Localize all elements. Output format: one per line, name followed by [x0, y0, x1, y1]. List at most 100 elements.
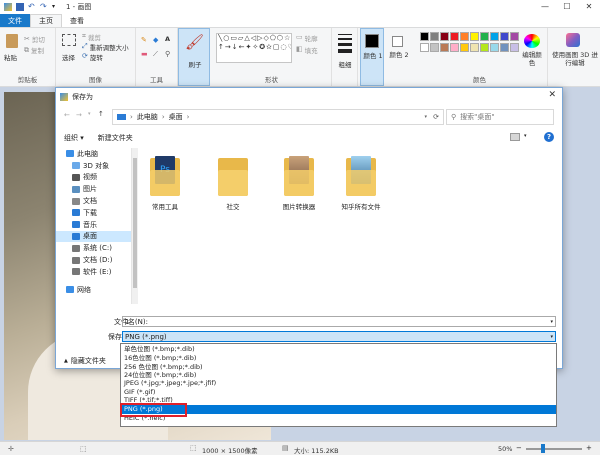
customize-quick-access-icon[interactable]: ▾: [52, 3, 60, 11]
address-dropdown-icon[interactable]: ▾: [424, 114, 427, 120]
palette-swatch[interactable]: [480, 43, 489, 52]
nav-item[interactable]: 桌面: [56, 230, 131, 243]
nav-item[interactable]: 下载: [56, 207, 131, 219]
view-dropdown-icon[interactable]: ▾: [524, 133, 527, 139]
forward-icon[interactable]: →: [76, 111, 82, 119]
nav-item[interactable]: 软件 (E:): [56, 266, 131, 278]
file-item[interactable]: 知乎所有文件: [336, 154, 386, 211]
fill-icon[interactable]: ◆: [153, 36, 158, 44]
up-icon[interactable]: ↑: [98, 110, 104, 118]
filename-dropdown-icon[interactable]: ▾: [550, 319, 553, 325]
dialog-close-button[interactable]: ✕: [548, 90, 556, 100]
breadcrumb-this-pc[interactable]: 此电脑: [137, 112, 158, 122]
edit-colors-icon[interactable]: [524, 34, 540, 48]
organize-button[interactable]: 组织 ▾: [64, 133, 84, 143]
text-icon[interactable]: A: [165, 35, 170, 43]
tab-view[interactable]: 查看: [62, 14, 92, 27]
save-icon[interactable]: [16, 2, 24, 11]
file-item[interactable]: Ps 常用工具: [140, 154, 190, 211]
maximize-button[interactable]: ☐: [556, 0, 578, 13]
filetype-option[interactable]: GIF (*.gif): [121, 387, 556, 396]
palette-swatch[interactable]: [420, 32, 429, 41]
nav-item[interactable]: 系统 (C:): [56, 242, 131, 254]
nav-item[interactable]: 视频: [56, 172, 131, 184]
filetype-option[interactable]: JPEG (*.jpg;*.jpeg;*.jpe;*.jfif): [121, 379, 556, 388]
palette-swatch[interactable]: [460, 32, 469, 41]
copy-button[interactable]: 复制: [31, 45, 44, 55]
palette-swatch[interactable]: [430, 32, 439, 41]
zoom-slider[interactable]: [526, 448, 582, 450]
zoom-slider-thumb[interactable]: [540, 444, 545, 453]
filetype-dropdown-icon[interactable]: ▾: [550, 334, 553, 340]
nav-item[interactable]: 文档 (D:): [56, 254, 131, 266]
zoom-out-button[interactable]: −: [516, 444, 522, 452]
palette-swatch[interactable]: [470, 43, 479, 52]
color1-button[interactable]: 颜色 1: [360, 28, 384, 86]
palette-swatch[interactable]: [450, 43, 459, 52]
palette-swatch[interactable]: [510, 32, 519, 41]
file-item[interactable]: 图片转换器: [274, 154, 324, 211]
paste-icon[interactable]: [6, 34, 18, 48]
palette-swatch[interactable]: [440, 32, 449, 41]
nav-item[interactable]: 3D 对象: [56, 160, 131, 172]
paste-button[interactable]: 粘贴: [4, 52, 17, 62]
palette-swatch[interactable]: [510, 43, 519, 52]
palette-swatch[interactable]: [470, 32, 479, 41]
file-item[interactable]: 社交: [208, 154, 258, 211]
paint3d-button[interactable]: 使用画图 3D 进行编辑: [552, 51, 598, 67]
select-icon[interactable]: [62, 34, 76, 46]
palette-swatch[interactable]: [480, 32, 489, 41]
crop-button[interactable]: 裁剪: [88, 32, 101, 42]
palette-swatch[interactable]: [420, 43, 429, 52]
edit-colors-button[interactable]: 编辑颜色: [520, 51, 544, 67]
color-picker-icon[interactable]: ⟋: [153, 50, 158, 59]
magnifier-icon[interactable]: ⚲: [165, 50, 170, 58]
cut-button[interactable]: 剪切: [32, 34, 45, 44]
view-options-icon[interactable]: [510, 133, 520, 141]
shapes-gallery[interactable]: ╲○▭▱△◁▷◇⬠⬡☆◯ ↑→↓←✦✧✪✫▢◌♡⚡: [216, 33, 292, 63]
pencil-icon[interactable]: ✎: [141, 36, 147, 44]
undo-icon[interactable]: ↶: [28, 2, 36, 11]
redo-icon[interactable]: ↷: [40, 2, 48, 11]
palette-swatch[interactable]: [500, 32, 509, 41]
rotate-button[interactable]: 旋转: [90, 52, 103, 62]
tab-home[interactable]: 主页: [30, 14, 62, 27]
address-bar[interactable]: › 此电脑 › 桌面 › ▾ ⟳: [112, 109, 444, 125]
refresh-icon[interactable]: ⟳: [433, 113, 439, 121]
nav-item[interactable]: 文档: [56, 195, 131, 207]
filetype-option[interactable]: 24位位图 (*.bmp;*.dib): [121, 370, 556, 379]
filetype-select[interactable]: PNG (*.png) ▾: [122, 331, 556, 342]
hide-folders-toggle[interactable]: ▲ 隐藏文件夹: [64, 356, 106, 366]
palette-swatch[interactable]: [430, 43, 439, 52]
nav-item[interactable]: 网络: [56, 284, 131, 296]
nav-item[interactable]: 图片: [56, 183, 131, 195]
size-button[interactable]: 粗细: [332, 28, 358, 86]
back-icon[interactable]: ←: [64, 111, 70, 119]
outline-button[interactable]: 轮廓: [305, 33, 318, 43]
brushes-button[interactable]: 🖌 刷子: [178, 28, 210, 86]
palette-swatch[interactable]: [460, 43, 469, 52]
palette-swatch[interactable]: [490, 32, 499, 41]
palette-swatch[interactable]: [490, 43, 499, 52]
select-button[interactable]: 选择: [62, 52, 75, 62]
search-input[interactable]: ⚲ 搜索"桌面": [446, 109, 554, 125]
recent-locations-icon[interactable]: ▾: [88, 111, 91, 117]
palette-swatch[interactable]: [440, 43, 449, 52]
nav-item[interactable]: 音乐: [56, 219, 131, 231]
palette-swatch[interactable]: [450, 32, 459, 41]
color2-button[interactable]: 颜色 2: [386, 28, 412, 86]
filename-input[interactable]: 1 ▾: [122, 316, 556, 327]
new-folder-button[interactable]: 新建文件夹: [98, 133, 133, 143]
nav-scrollbar[interactable]: [132, 148, 138, 304]
nav-item[interactable]: 此电脑: [56, 148, 131, 160]
zoom-in-button[interactable]: +: [586, 444, 592, 452]
minimize-button[interactable]: —: [534, 0, 556, 13]
tab-file[interactable]: 文件: [0, 14, 30, 27]
resize-button[interactable]: 重新调整大小: [90, 42, 129, 52]
fill-button[interactable]: 填充: [305, 45, 318, 55]
paint3d-icon[interactable]: [566, 33, 580, 47]
close-button[interactable]: ✕: [578, 0, 600, 13]
breadcrumb-desktop[interactable]: 桌面: [169, 112, 183, 122]
nav-scrollbar-thumb[interactable]: [133, 158, 137, 288]
help-icon[interactable]: ?: [544, 132, 554, 142]
